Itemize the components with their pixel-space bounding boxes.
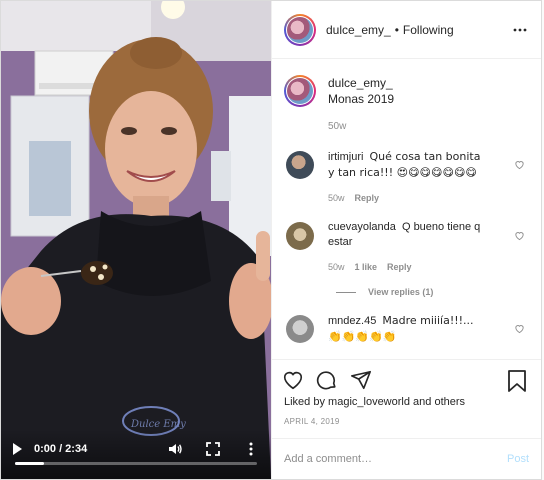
video-controls: 0:00 / 2:34	[1, 429, 271, 479]
video-progress-bar[interactable]	[15, 462, 257, 465]
video-frame	[1, 1, 271, 479]
caption-time: 50w	[328, 121, 347, 132]
share-direct-icon[interactable]	[350, 369, 372, 391]
play-icon[interactable]	[13, 443, 22, 455]
post-container: Dulce Emy 0:00 / 2:34 dulce_emy_ • Follo…	[0, 0, 542, 480]
author-username[interactable]: dulce_emy_	[326, 23, 391, 37]
caption-avatar[interactable]	[284, 75, 316, 107]
comment-like-heart-icon[interactable]	[514, 323, 525, 334]
comment-username[interactable]: cuevayolanda	[328, 221, 396, 233]
view-replies-button[interactable]: View replies (1)	[336, 287, 529, 297]
liked-by-text: Liked by magic_loveworld and others	[284, 396, 465, 408]
post-comment-button[interactable]: Post	[507, 453, 529, 465]
save-bookmark-icon[interactable]	[507, 370, 527, 392]
controls-row: 0:00 / 2:34	[1, 437, 271, 461]
view-replies-label: View replies (1)	[368, 287, 434, 297]
comment-meta: 50w Reply	[328, 191, 488, 206]
liked-by-user[interactable]: magic_loveworld	[328, 396, 410, 408]
post-side-panel: dulce_emy_ • Following dulce_emy_ Monas …	[271, 1, 541, 479]
comment-item: irtimjuri Qué cosa tan bonita y tan rica…	[284, 149, 529, 206]
separator-dot: •	[394, 22, 399, 37]
comment-bubble-icon[interactable]	[316, 369, 338, 391]
fullscreen-icon[interactable]	[205, 441, 221, 457]
comment-likes[interactable]: 1 like	[355, 260, 378, 275]
comment-input[interactable]	[284, 452, 507, 465]
header-user: dulce_emy_ • Following	[326, 23, 454, 37]
add-comment-bar: Post	[272, 438, 541, 478]
video-time: 0:00 / 2:34	[34, 443, 88, 455]
liked-by-others[interactable]: and others	[413, 396, 465, 408]
comment-item: mndez.45 Madre miiiía!!!... 👏👏👏👏👏	[284, 313, 529, 345]
comment-meta: 50w 1 like Reply	[328, 260, 488, 275]
comment-like-heart-icon[interactable]	[514, 159, 525, 170]
commenter-avatar[interactable]	[286, 151, 314, 179]
commenter-avatar[interactable]	[286, 222, 314, 250]
video-progress-fill	[15, 462, 45, 465]
post-caption: dulce_emy_ Monas 2019 50w	[284, 75, 529, 135]
caption-username[interactable]: dulce_emy_	[328, 75, 394, 91]
reply-button[interactable]: Reply	[387, 260, 412, 275]
reply-button[interactable]: Reply	[355, 191, 380, 206]
author-avatar[interactable]	[284, 13, 316, 46]
caption-body: dulce_emy_ Monas 2019 50w	[328, 75, 394, 135]
liked-by-prefix: Liked by	[284, 396, 325, 408]
comment-username[interactable]: irtimjuri	[328, 151, 363, 163]
post-actions-bar	[272, 359, 541, 399]
view-replies-line	[336, 291, 356, 293]
like-heart-icon[interactable]	[282, 369, 304, 391]
video-player[interactable]: Dulce Emy 0:00 / 2:34	[1, 1, 271, 479]
comment-time: 50w	[328, 262, 345, 272]
commenter-avatar[interactable]	[286, 315, 314, 343]
more-options-vertical-icon[interactable]	[243, 441, 259, 457]
comments-list[interactable]: dulce_emy_ Monas 2019 50w irtimjuri Qué …	[272, 59, 541, 359]
post-date: APRIL 4, 2019	[284, 417, 340, 426]
comment-username[interactable]: mndez.45	[328, 315, 376, 327]
caption-text: Monas 2019	[328, 92, 395, 106]
comment-item: cuevayolanda Q bueno tiene q estar 50w 1…	[284, 220, 529, 275]
following-button[interactable]: Following	[403, 23, 454, 37]
more-options-icon[interactable]	[513, 23, 527, 37]
volume-icon[interactable]	[167, 441, 183, 457]
comment-time: 50w	[328, 193, 345, 203]
post-header: dulce_emy_ • Following	[272, 1, 541, 59]
comment-like-heart-icon[interactable]	[514, 230, 525, 241]
